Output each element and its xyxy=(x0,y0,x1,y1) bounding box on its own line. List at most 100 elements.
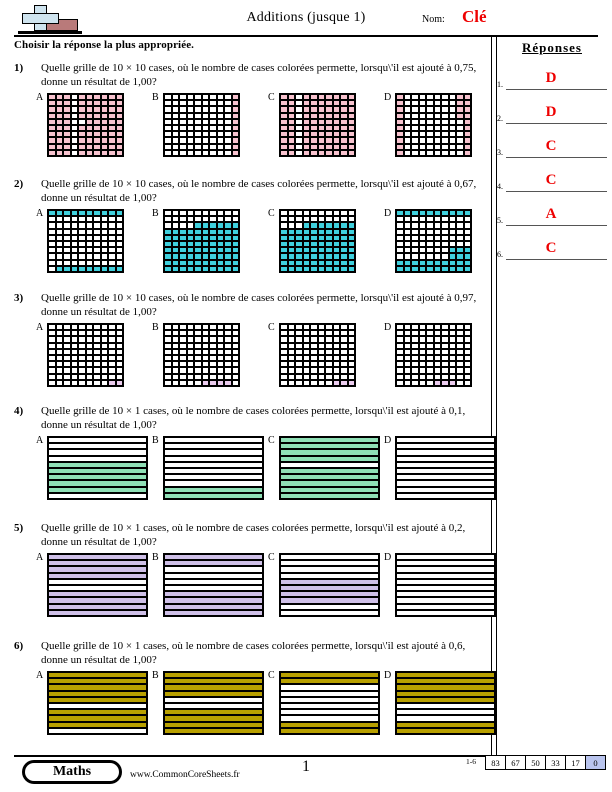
choice-grid xyxy=(279,436,380,500)
choice-grid xyxy=(47,323,124,387)
choice-label: A xyxy=(36,92,44,103)
answer-choice-b[interactable]: B xyxy=(152,670,267,736)
bar-row xyxy=(48,609,147,617)
answer-choice-a[interactable]: A xyxy=(36,670,151,736)
answer-choice-d[interactable]: D xyxy=(384,322,499,388)
answer-choice-b[interactable]: B xyxy=(152,435,267,501)
answer-choice-c[interactable]: C xyxy=(268,92,383,158)
grid-cell xyxy=(209,149,217,156)
grid-cell xyxy=(201,379,209,386)
answer-value: C xyxy=(545,138,557,154)
answer-choice-a[interactable]: A xyxy=(36,208,151,274)
answer-choice-d[interactable]: D xyxy=(384,208,499,274)
answer-value: C xyxy=(545,172,557,188)
grid-cell xyxy=(448,265,456,272)
grid-cell xyxy=(179,149,187,156)
answer-choice-c[interactable]: C xyxy=(268,670,383,736)
grid-cell xyxy=(317,379,325,386)
choice-label: A xyxy=(36,435,44,446)
bar-row xyxy=(280,727,379,735)
grid-cell xyxy=(194,379,202,386)
grid-cell xyxy=(317,265,325,272)
bar-row xyxy=(164,492,263,500)
grid-cell xyxy=(441,265,449,272)
grid-cell xyxy=(186,379,194,386)
grid-cell xyxy=(164,379,172,386)
choice-grid xyxy=(47,553,148,617)
question-text: Quelle grille de 10 × 1 cases, où le nom… xyxy=(41,405,466,431)
grid-cell xyxy=(93,379,101,386)
question-text: Quelle grille de 10 × 10 cases, où le no… xyxy=(41,292,477,318)
grid-cell xyxy=(55,149,63,156)
grid-cell xyxy=(171,149,179,156)
bar-row xyxy=(396,727,495,735)
answer-choice-c[interactable]: C xyxy=(268,435,383,501)
answer-choice-d[interactable]: D xyxy=(384,670,499,736)
choice-label: C xyxy=(268,208,275,219)
answer-choice-b[interactable]: B xyxy=(152,552,267,618)
answer-row: 3. C xyxy=(497,124,607,158)
bar-row xyxy=(164,609,263,617)
answer-choice-c[interactable]: C xyxy=(268,208,383,274)
answer-row: 1. D xyxy=(497,56,607,90)
grid-cell xyxy=(85,149,93,156)
grid-cell xyxy=(48,379,56,386)
answer-choice-b[interactable]: B xyxy=(152,92,267,158)
answer-choice-a[interactable]: A xyxy=(36,92,151,158)
choice-label: B xyxy=(152,552,159,563)
grid-cell xyxy=(418,265,426,272)
grid-cell xyxy=(302,379,310,386)
grid-cell xyxy=(441,379,449,386)
grid-cell xyxy=(426,379,434,386)
choice-grid xyxy=(47,671,148,735)
answer-choice-d[interactable]: D xyxy=(384,435,499,501)
grid-cell xyxy=(201,149,209,156)
choice-label: A xyxy=(36,322,44,333)
answer-choice-a[interactable]: A xyxy=(36,322,151,388)
question-text: Quelle grille de 10 × 1 cases, où le nom… xyxy=(41,640,466,666)
answer-choice-b[interactable]: B xyxy=(152,322,267,388)
bar-row xyxy=(396,492,495,500)
grid-cell xyxy=(418,149,426,156)
grid-cell xyxy=(164,265,172,272)
answer-choice-a[interactable]: A xyxy=(36,435,151,501)
grid-cell xyxy=(295,265,303,272)
grid-cell xyxy=(78,265,86,272)
answer-value: C xyxy=(545,240,557,256)
answer-choice-d[interactable]: D xyxy=(384,92,499,158)
question-text: Quelle grille de 10 × 1 cases, où le nom… xyxy=(41,522,466,548)
answer-choice-a[interactable]: A xyxy=(36,552,151,618)
grid-cell xyxy=(63,149,71,156)
grid-cell xyxy=(209,379,217,386)
question-number: 4) xyxy=(14,405,24,417)
grid-cell xyxy=(310,149,318,156)
question-number: 5) xyxy=(14,522,24,534)
grid-cell xyxy=(332,149,340,156)
grid-cell xyxy=(411,379,419,386)
grid-cell xyxy=(194,265,202,272)
grid-cell xyxy=(171,265,179,272)
answer-choice-c[interactable]: C xyxy=(268,552,383,618)
grid-cell xyxy=(456,379,464,386)
grid-cell xyxy=(186,265,194,272)
grid-cell xyxy=(224,149,232,156)
grid-cell xyxy=(302,149,310,156)
bar-row xyxy=(48,492,147,500)
choice-grid xyxy=(279,553,380,617)
grid-cell xyxy=(179,265,187,272)
answer-choice-b[interactable]: B xyxy=(152,208,267,274)
grid-cell xyxy=(85,265,93,272)
bar-row xyxy=(48,727,147,735)
grid-cell xyxy=(70,265,78,272)
logo-baseline xyxy=(18,31,82,34)
choice-row: A B C D xyxy=(36,322,496,388)
answer-choice-c[interactable]: C xyxy=(268,322,383,388)
grid-cell xyxy=(231,265,239,272)
grid-cell xyxy=(280,149,288,156)
grid-cell xyxy=(310,265,318,272)
score-scale: 83 67 50 33 17 0 xyxy=(485,755,606,770)
answer-choice-d[interactable]: D xyxy=(384,552,499,618)
choice-label: B xyxy=(152,322,159,333)
question-text: Quelle grille de 10 × 10 cases, où le no… xyxy=(41,178,477,204)
bar-row xyxy=(396,609,495,617)
